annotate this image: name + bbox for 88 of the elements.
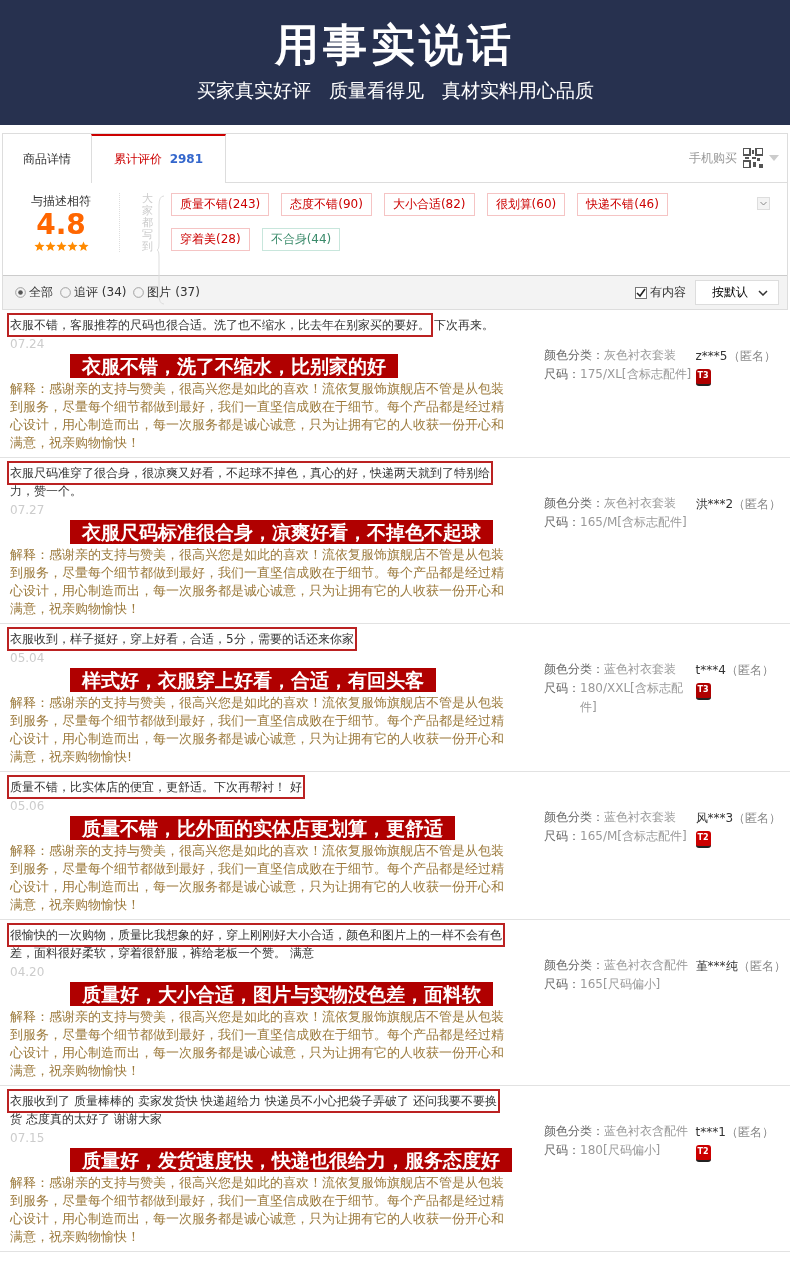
sku-label: 颜色分类：	[544, 661, 604, 678]
radio-button[interactable]	[60, 287, 71, 298]
review-comment: 衣服不错，客服推荐的尺码也很合适。洗了也不缩水，比去年在别家买的要好。	[10, 316, 430, 334]
review-comment-continued: 货 态度真的太好了 谢谢大家	[10, 1111, 162, 1128]
sku-label: 尺码：	[544, 976, 580, 993]
level-badge: T2	[695, 831, 711, 848]
highlight-banner: 样式好，衣服穿上好看，合适，有回头客	[70, 668, 436, 692]
sku-label: 尺码：	[544, 828, 580, 845]
user-name: 堇***纯	[695, 959, 738, 973]
anonymous-label: （匿名）	[725, 663, 774, 677]
sku-label: 尺码：	[544, 1142, 580, 1159]
anonymous-label: （匿名）	[737, 959, 786, 973]
sku-value: 蓝色衬衣套装	[604, 809, 676, 826]
hero-subtitle: 买家真实好评	[196, 77, 311, 103]
user-name: t***1	[695, 1125, 726, 1139]
highlight-banner: 质量好，发货速度快，快递也很给力，服务态度好	[70, 1148, 512, 1172]
review-tag[interactable]: 大小合适(82)	[383, 193, 475, 216]
sku-value: 蓝色衬衣含配件	[604, 1123, 688, 1140]
anonymous-label: （匿名）	[725, 1125, 774, 1139]
sku-value: 165/M[含标志配件]	[580, 514, 687, 531]
seller-reply: 解释：感谢亲的支持与赞美，很高兴您是如此的喜欢！流依复服饰旗舰店不管是从包装到服务，尽量每个细节都做到最好，我们一直坚信成败在于细节。每个产品都是经过精心设计，用心制造而出，每一次服务都是诚心诚意，只为让拥有它的人收获一份开心和满意，祝亲购物愉快！	[10, 1174, 505, 1246]
sku-value: 灰色衬衣套装	[604, 347, 676, 364]
seller-reply: 解释：感谢亲的支持与赞美，很高兴您是如此的喜欢！流依复服饰旗舰店不管是从包装到服务，尽量每个细节都做到最好，我们一直坚信成败在于细节。每个产品都是经过精心设计，用心制造而出，每一次服务都是诚心诚意，只为让拥有它的人收获一份开心和满意，祝亲购物愉快！	[10, 1008, 505, 1080]
filter-label[interactable]: 全部	[29, 284, 53, 301]
review-comment-continued: 下次再来。	[434, 317, 494, 334]
user-name: z***5	[695, 349, 728, 363]
filter-label[interactable]: 追评 (34)	[74, 284, 127, 301]
sku-label: 尺码：	[544, 680, 580, 697]
level-badge: T2	[695, 1145, 711, 1162]
review-comment: 衣服收到了 质量棒棒的 卖家发货快 快递超给力 快递员不小心把袋子弄破了 还问我要不要换	[10, 1092, 498, 1110]
sku-value: 165[尺码偏小]	[580, 976, 661, 993]
sku-value: 165/M[含标志配件]	[580, 828, 687, 845]
checkbox[interactable]	[635, 286, 647, 299]
anonymous-label: （匿名）	[727, 349, 776, 363]
radio-button[interactable]	[15, 287, 26, 298]
level-badge: T3	[695, 683, 711, 700]
review-tag[interactable]: 不合身(44)	[261, 228, 341, 251]
review-comment-continued: 差，面料很好柔软，穿着很舒服，裤给老板一个赞。 满意	[10, 945, 314, 962]
review-tag[interactable]: 态度不错(90)	[281, 193, 372, 216]
filter-label[interactable]: 图片 (37)	[147, 284, 200, 301]
seller-reply: 解释：感谢亲的支持与赞美，很高兴您是如此的喜欢！流依复服饰旗舰店不管是从包装到服务，尽量每个细节都做到最好，我们一直坚信成败在于细节。每个产品都是经过精心设计，用心制造而出，每一次服务都是诚心诚意，只为让拥有它的人收获一份开心和满意，祝亲购物愉快！	[10, 842, 505, 914]
sku-value: 蓝色衬衣含配件	[604, 957, 688, 974]
anonymous-label: （匿名）	[733, 497, 782, 511]
sku-value: 180/XXL[含标志配件]	[580, 680, 684, 716]
rating-score: 4.8	[36, 210, 86, 241]
seller-reply: 解释：感谢亲的支持与赞美，很高兴您是如此的喜欢！流依复服饰旗舰店不管是从包装到服务，尽量每个细节都做到最好，我们一直坚信成败在于细节。每个产品都是经过精心设计，用心制造而出，每一次服务都是诚心诚意，只为让拥有它的人收获一份开心和满意，祝亲购物愉快!	[10, 694, 505, 766]
sku-value: 175/XL[含标志配件]	[580, 366, 692, 383]
user-name: t***4	[695, 663, 726, 677]
review-tag[interactable]: 很划算(60)	[486, 193, 566, 216]
highlight-banner: 衣服尺码标准很合身，凉爽好看，不掉色不起球	[70, 520, 493, 544]
sku-label: 颜色分类：	[544, 809, 604, 826]
hero-subtitle: 质量看得见	[328, 77, 424, 103]
sku-label: 颜色分类：	[544, 1123, 604, 1140]
anonymous-label: （匿名）	[733, 811, 782, 825]
rating-label: 与描述相符	[31, 193, 91, 210]
sort-dropdown[interactable]: 按默认	[695, 280, 779, 305]
review-tag[interactable]: 质量不错(243)	[171, 193, 270, 216]
user-name: 风***3	[695, 811, 734, 825]
sku-value: 灰色衬衣套装	[604, 495, 676, 512]
user-name: 洪***2	[695, 497, 734, 511]
checkbox-label[interactable]: 有内容	[650, 284, 686, 301]
highlight-banner: 质量不错，比外面的实体店更划算，更舒适	[70, 816, 455, 840]
sku-value: 蓝色衬衣套装	[604, 661, 676, 678]
review-comment: 很愉快的一次购物，质量比我想象的好，穿上刚刚好大小合适，颜色和图片上的一样不会有色	[10, 926, 502, 944]
review-comment-continued: 力，赞一个。	[10, 483, 82, 500]
mobile-buy-link[interactable]: 手机购买	[689, 149, 737, 167]
review-comment: 质量不错，比实体店的便宜，更舒适。下次再帮衬！ 好	[10, 778, 302, 796]
review-comment: 衣服尺码准穿了很合身，很凉爽又好看，不起球不掉色，真心的好，快递两天就到了特别给	[10, 464, 490, 482]
highlight-banner: 质量好，大小合适，图片与实物没色差，面料软	[70, 982, 493, 1006]
hero-subtitle: 真材实料用心品质	[441, 77, 594, 103]
sku-label: 颜色分类：	[544, 347, 604, 364]
review-comment: 衣服收到，样子挺好，穿上好看，合适，5分，需要的话还来你家	[10, 630, 354, 648]
sku-label: 颜色分类：	[544, 495, 604, 512]
highlight-banner: 衣服不错，洗了不缩水，比别家的好	[70, 354, 398, 378]
sku-label: 颜色分类：	[544, 957, 604, 974]
hero-title: 用事实说话	[275, 21, 515, 70]
sku-label: 尺码：	[544, 514, 580, 531]
tab[interactable]: 累计评价 2981	[91, 134, 227, 183]
sku-label: 尺码：	[544, 366, 580, 383]
seller-reply: 解释：感谢亲的支持与赞美，很高兴您是如此的喜欢！流依复服饰旗舰店不管是从包装到服务，尽量每个细节都做到最好，我们一直坚信成败在于细节。每个产品都是经过精心设计，用心制造而出，每一次服务都是诚心诚意，只为让拥有它的人收获一份开心和满意，祝亲购物愉快！	[10, 546, 505, 618]
caret-icon[interactable]	[758, 289, 768, 296]
review-tag[interactable]: 穿着美(28)	[171, 228, 250, 251]
sku-value: 180[尺码偏小]	[580, 1142, 661, 1159]
review-tag[interactable]: 快递不错(46)	[577, 193, 668, 216]
seller-reply: 解释：感谢亲的支持与赞美，很高兴您是如此的喜欢！流依复服饰旗舰店不管是从包装到服务，尽量每个细节都做到最好，我们一直坚信成败在于细节。每个产品都是经过精心设计，用心制造而出，每一次服务都是诚心诚意，只为让拥有它的人收获一份开心和满意，祝亲购物愉快！	[10, 380, 505, 452]
qr-code-icon[interactable]	[743, 148, 763, 168]
radio-button[interactable]	[133, 287, 145, 298]
level-badge: T3	[695, 369, 711, 386]
